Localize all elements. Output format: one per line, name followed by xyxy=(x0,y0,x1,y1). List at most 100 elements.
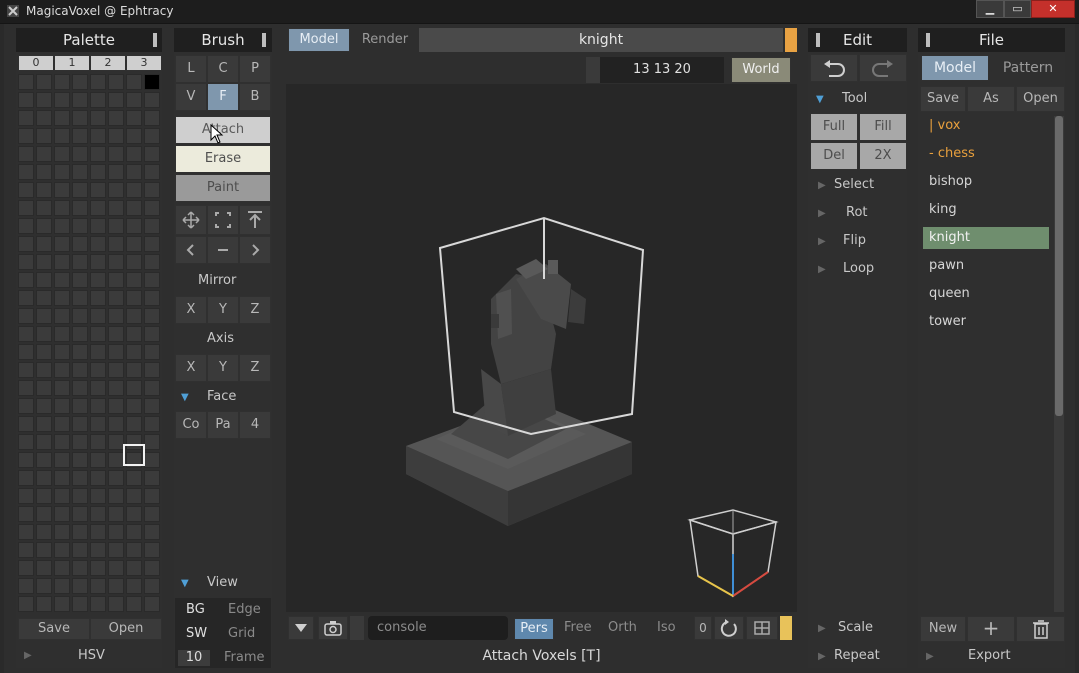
camera-icon[interactable] xyxy=(318,616,348,640)
repeat-section[interactable]: Repeat xyxy=(834,648,880,663)
orientation-gizmo-icon[interactable] xyxy=(687,509,779,598)
palette-color-cell[interactable] xyxy=(126,74,142,90)
new-file-button[interactable]: New xyxy=(920,616,966,642)
palette-color-cell[interactable] xyxy=(54,380,70,396)
palette-color-cell[interactable] xyxy=(54,128,70,144)
repeat-expand-icon[interactable]: ▶ xyxy=(818,651,826,662)
palette-color-cell[interactable] xyxy=(54,398,70,414)
palette-color-cell[interactable] xyxy=(126,290,142,306)
palette-color-cell[interactable] xyxy=(90,578,106,594)
mirror-z-button[interactable]: Z xyxy=(239,296,271,324)
palette-color-cell[interactable] xyxy=(108,128,124,144)
palette-color-cell[interactable] xyxy=(18,506,34,522)
move-icon[interactable] xyxy=(175,205,207,235)
brush-center-button[interactable]: C xyxy=(207,55,239,83)
palette-color-cell[interactable] xyxy=(72,344,88,360)
mirror-x-button[interactable]: X xyxy=(175,296,207,324)
palette-color-cell[interactable] xyxy=(18,92,34,108)
palette-color-cell[interactable] xyxy=(126,200,142,216)
palette-color-cell[interactable] xyxy=(144,398,160,414)
palette-color-cell[interactable] xyxy=(36,506,52,522)
palette-color-cell[interactable] xyxy=(72,110,88,126)
rot-section[interactable]: Rot xyxy=(846,205,868,220)
hsv-label[interactable]: HSV xyxy=(78,648,105,663)
del-button[interactable]: Del xyxy=(810,142,858,170)
tab-model[interactable]: Model xyxy=(288,28,350,52)
view-grid-toggle[interactable]: Grid xyxy=(228,626,255,641)
add-icon[interactable]: + xyxy=(967,616,1015,642)
palette-color-cell[interactable] xyxy=(144,200,160,216)
palette-color-cell[interactable] xyxy=(54,308,70,324)
palette-color-cell[interactable] xyxy=(72,200,88,216)
palette-color-cell[interactable] xyxy=(126,254,142,270)
palette-color-cell[interactable] xyxy=(108,92,124,108)
brush-box-button[interactable]: B xyxy=(239,83,271,111)
palette-color-cell[interactable] xyxy=(18,308,34,324)
palette-color-cell[interactable] xyxy=(126,380,142,396)
palette-color-cell[interactable] xyxy=(72,398,88,414)
file-tab-model[interactable]: Model xyxy=(921,55,989,81)
palette-tab-1[interactable]: 1 xyxy=(54,55,90,71)
world-button[interactable]: World xyxy=(731,57,791,83)
file-list-item[interactable]: king xyxy=(923,199,1049,221)
palette-color-cell[interactable] xyxy=(72,326,88,342)
palette-color-cell[interactable] xyxy=(36,416,52,432)
palette-color-cell[interactable] xyxy=(108,524,124,540)
palette-color-cell[interactable] xyxy=(36,542,52,558)
palette-color-cell[interactable] xyxy=(126,164,142,180)
scale-section[interactable]: Scale xyxy=(838,620,873,635)
palette-color-cell[interactable] xyxy=(18,416,34,432)
palette-color-cell[interactable] xyxy=(90,146,106,162)
palette-color-cell[interactable] xyxy=(54,596,70,612)
view-sw-key[interactable]: SW xyxy=(186,626,207,641)
palette-color-cell[interactable] xyxy=(144,380,160,396)
palette-color-cell[interactable] xyxy=(54,362,70,378)
palette-color-cell[interactable] xyxy=(18,236,34,252)
flip-expand-icon[interactable]: ▶ xyxy=(818,236,826,247)
palette-color-cell[interactable] xyxy=(90,218,106,234)
close-button[interactable]: ✕ xyxy=(1031,0,1075,18)
palette-color-cell[interactable] xyxy=(108,254,124,270)
palette-color-cell[interactable] xyxy=(54,524,70,540)
orth-button[interactable]: Orth xyxy=(608,620,637,635)
palette-grip-icon[interactable] xyxy=(153,33,157,47)
palette-color-cell[interactable] xyxy=(18,362,34,378)
palette-color-cell[interactable] xyxy=(126,560,142,576)
palette-color-cell[interactable] xyxy=(18,146,34,162)
palette-color-cell[interactable] xyxy=(18,488,34,504)
palette-color-cell[interactable] xyxy=(72,470,88,486)
palette-color-cell[interactable] xyxy=(72,488,88,504)
palette-color-cell[interactable] xyxy=(36,308,52,324)
palette-tab-0[interactable]: 0 xyxy=(18,55,54,71)
palette-color-cell[interactable] xyxy=(144,164,160,180)
view-bg-key[interactable]: BG xyxy=(186,602,205,617)
palette-color-cell[interactable] xyxy=(126,416,142,432)
axis-z-button[interactable]: Z xyxy=(239,354,271,382)
palette-color-cell[interactable] xyxy=(18,596,34,612)
palette-color-cell[interactable] xyxy=(144,182,160,198)
palette-tab-2[interactable]: 2 xyxy=(90,55,126,71)
file-folder-item[interactable]: | vox xyxy=(923,115,1049,137)
palette-color-cell[interactable] xyxy=(36,128,52,144)
palette-color-cell[interactable] xyxy=(126,146,142,162)
flip-section[interactable]: Flip xyxy=(843,233,866,248)
fill-button[interactable]: Fill xyxy=(859,113,907,141)
palette-color-cell[interactable] xyxy=(72,92,88,108)
tool-label[interactable]: Tool xyxy=(842,91,867,106)
console-menu-icon[interactable] xyxy=(288,616,314,640)
palette-color-cell[interactable] xyxy=(72,218,88,234)
tool-expand-icon[interactable]: ▼ xyxy=(816,94,824,105)
palette-color-cell[interactable] xyxy=(72,578,88,594)
iso-button[interactable]: Iso xyxy=(657,620,676,635)
palette-color-cell[interactable] xyxy=(126,218,142,234)
palette-color-cell[interactable] xyxy=(144,362,160,378)
palette-color-cell[interactable] xyxy=(90,128,106,144)
palette-color-cell[interactable] xyxy=(144,146,160,162)
palette-color-cell[interactable] xyxy=(108,200,124,216)
palette-color-cell[interactable] xyxy=(108,560,124,576)
erase-button[interactable]: Erase xyxy=(175,145,271,173)
palette-color-cell[interactable] xyxy=(18,74,34,90)
3d-viewport[interactable] xyxy=(286,84,797,612)
palette-color-cell[interactable] xyxy=(72,74,88,90)
palette-color-cell[interactable] xyxy=(144,92,160,108)
